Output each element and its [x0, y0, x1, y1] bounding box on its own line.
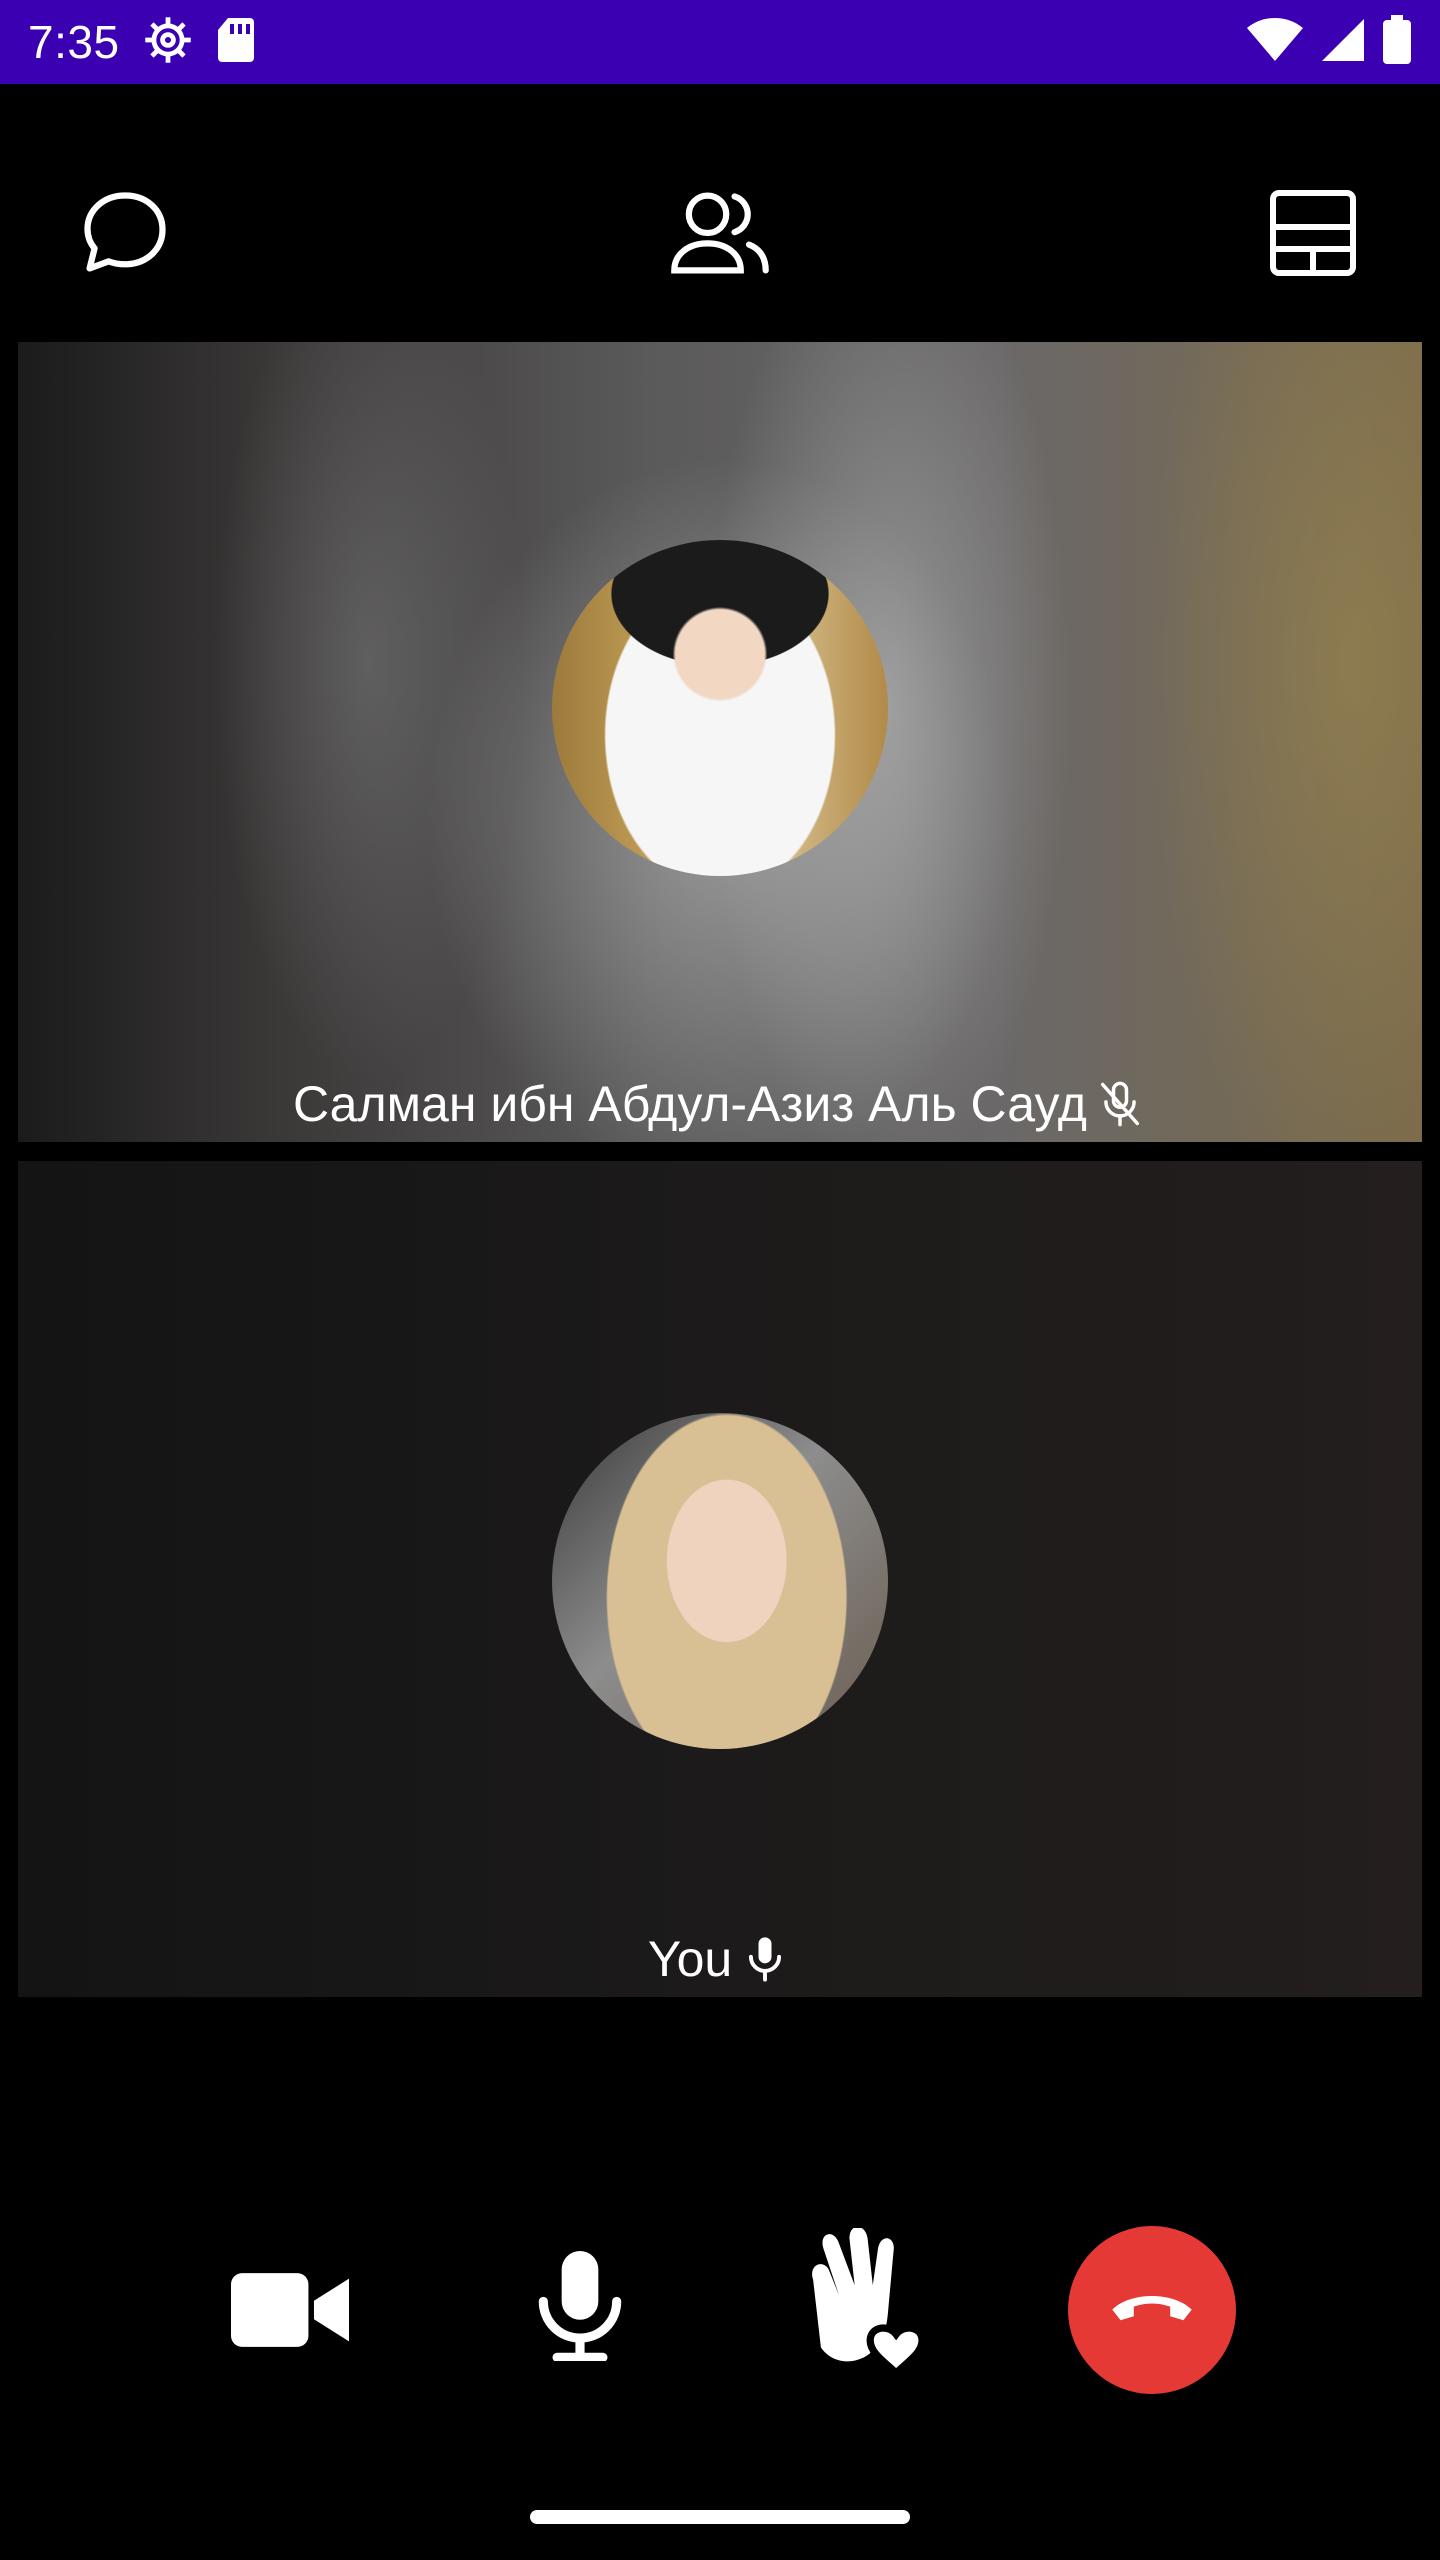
self-name-row: You — [18, 1929, 1422, 1989]
call-controls — [0, 2200, 1440, 2420]
camera-toggle-button[interactable] — [220, 2262, 360, 2362]
participant-tile-remote[interactable]: Салман ибн Абдул-Азиз Аль Сауд — [18, 342, 1422, 1142]
chat-button[interactable] — [70, 180, 180, 290]
participants-icon — [666, 183, 774, 288]
grid-layout-icon — [1265, 185, 1361, 286]
participant-name: Салман ибн Абдул-Азиз Аль Сауд — [293, 1076, 1087, 1132]
mic-icon — [534, 2250, 626, 2366]
cell-signal-icon — [1320, 17, 1366, 68]
battery-icon — [1382, 14, 1412, 70]
hang-up-icon — [1109, 2288, 1195, 2333]
raise-hand-button[interactable] — [790, 2226, 940, 2399]
layout-button[interactable] — [1258, 180, 1368, 290]
call-top-bar — [0, 150, 1440, 320]
mic-off-icon — [1093, 1077, 1147, 1131]
participants-button[interactable] — [665, 180, 775, 290]
status-bar: 7:35 — [0, 0, 1440, 84]
chat-bubble-icon — [75, 183, 175, 288]
status-right-icons — [1246, 0, 1412, 84]
status-left-icons — [142, 14, 256, 71]
raise-hand-heart-icon — [792, 2226, 938, 2399]
self-name: You — [647, 1931, 733, 1987]
sd-card-icon — [216, 16, 256, 69]
status-time: 7:35 — [28, 16, 120, 68]
home-gesture-bar[interactable] — [530, 2510, 910, 2524]
self-avatar — [552, 1413, 888, 1749]
participant-name-row: Салман ибн Абдул-Азиз Аль Сауд — [18, 1074, 1422, 1134]
settings-gear-icon — [142, 14, 194, 71]
microphone-toggle-button[interactable] — [520, 2248, 640, 2368]
wifi-icon — [1246, 17, 1304, 68]
mic-icon — [738, 1932, 792, 1986]
end-call-button[interactable] — [1068, 2226, 1236, 2394]
video-camera-icon — [231, 2272, 349, 2352]
participant-avatar — [552, 540, 888, 876]
participant-tile-local[interactable]: You — [18, 1161, 1422, 1997]
